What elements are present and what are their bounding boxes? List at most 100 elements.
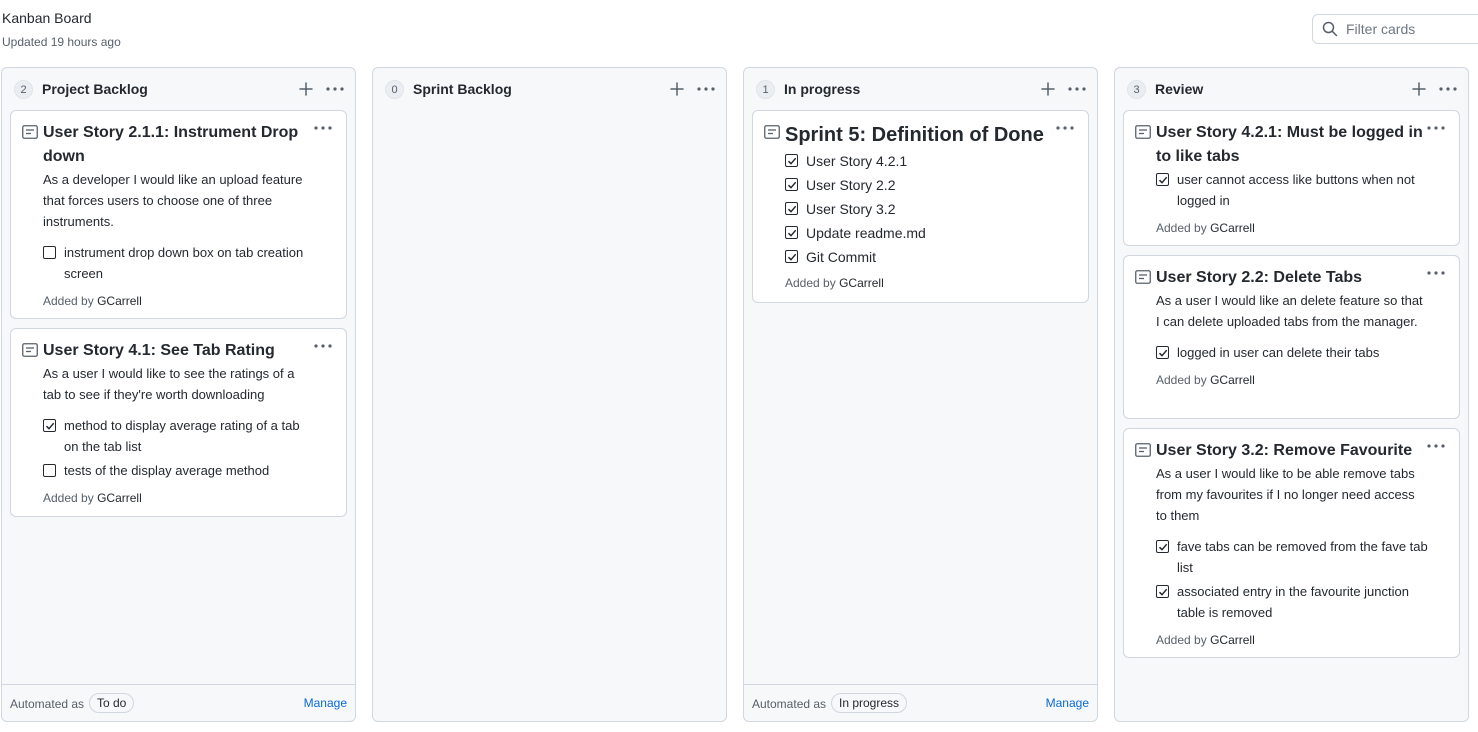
column-menu-button[interactable] bbox=[1065, 79, 1089, 99]
card[interactable]: User Story 4.1: See Tab Rating As a user… bbox=[10, 328, 347, 517]
card-author[interactable]: GCarrell bbox=[97, 491, 142, 505]
card-added-by: Added by GCarrell bbox=[43, 292, 316, 310]
card-title: User Story 2.1.1: Instrument Drop down bbox=[43, 124, 299, 165]
checklist-item: user cannot access like buttons when not… bbox=[1156, 169, 1429, 211]
card-title: User Story 3.2: Remove Favourite bbox=[1156, 442, 1413, 459]
checklist-item: logged in user can delete their tabs bbox=[1156, 342, 1429, 363]
checklist-item-text: Update readme.md bbox=[806, 225, 926, 241]
column-in-progress: 1 In progress Sprint 5: Definition of Do… bbox=[743, 67, 1098, 722]
card-added-by: Added by GCarrell bbox=[1156, 631, 1429, 649]
card-description: As a user I would like to see the rating… bbox=[43, 366, 295, 402]
checkbox[interactable] bbox=[785, 154, 798, 167]
automation-label: Automated as bbox=[10, 697, 85, 711]
checklist-item-text: associated entry in the favourite juncti… bbox=[1177, 584, 1409, 620]
column-card-count: 3 bbox=[1127, 80, 1146, 99]
column-title: Review bbox=[1155, 81, 1204, 97]
added-by-label: Added by bbox=[1156, 373, 1207, 387]
column-header: 3 Review bbox=[1115, 68, 1468, 110]
kebab-horizontal-icon bbox=[326, 87, 344, 91]
checkbox[interactable] bbox=[1156, 540, 1169, 553]
column-menu-button[interactable] bbox=[323, 79, 347, 99]
column-card-count: 2 bbox=[14, 80, 33, 99]
automation-label: Automated as bbox=[752, 697, 827, 711]
automation-status-badge: In progress bbox=[831, 693, 908, 713]
checkbox[interactable] bbox=[1156, 173, 1169, 186]
check-icon bbox=[1158, 176, 1168, 184]
card-description: As a developer I would like an upload fe… bbox=[43, 172, 303, 229]
checkbox[interactable] bbox=[785, 226, 798, 239]
plus-icon bbox=[1412, 82, 1426, 96]
checklist-item: associated entry in the favourite juncti… bbox=[1156, 581, 1429, 623]
added-by-label: Added by bbox=[43, 294, 94, 308]
column-review: 3 Review User Story 4.2.1: Must be logge… bbox=[1114, 67, 1469, 722]
column-footer: Automated as In progress Manage bbox=[744, 684, 1097, 721]
checklist-item-text: logged in user can delete their tabs bbox=[1177, 345, 1380, 360]
card[interactable]: User Story 4.2.1: Must be logged in to l… bbox=[1123, 110, 1460, 246]
card-author[interactable]: GCarrell bbox=[1210, 373, 1255, 387]
column-title: Project Backlog bbox=[42, 81, 148, 97]
checklist-item-text: user cannot access like buttons when not… bbox=[1177, 172, 1415, 208]
check-icon bbox=[1158, 349, 1168, 357]
added-by-label: Added by bbox=[785, 276, 836, 290]
note-icon bbox=[22, 343, 38, 357]
filter-cards-input[interactable] bbox=[1346, 21, 1476, 37]
card-title: User Story 2.2: Delete Tabs bbox=[1156, 269, 1363, 286]
add-card-button[interactable] bbox=[296, 79, 316, 99]
check-icon bbox=[787, 181, 797, 189]
column-menu-button[interactable] bbox=[1436, 79, 1460, 99]
card-added-by: Added by GCarrell bbox=[1156, 219, 1429, 237]
checkbox[interactable] bbox=[785, 250, 798, 263]
checkbox[interactable] bbox=[43, 246, 56, 259]
column-card-count: 0 bbox=[385, 80, 404, 99]
note-icon bbox=[1135, 270, 1151, 284]
check-icon bbox=[1158, 588, 1168, 596]
card-author[interactable]: GCarrell bbox=[1210, 633, 1255, 647]
checklist-item-text: method to display average rating of a ta… bbox=[64, 418, 300, 454]
checklist-item: instrument drop down box on tab creation… bbox=[43, 242, 316, 284]
kebab-horizontal-icon bbox=[314, 344, 332, 348]
card-description: As a user I would like an delete feature… bbox=[1156, 293, 1423, 329]
add-card-button[interactable] bbox=[1038, 79, 1058, 99]
checkbox[interactable] bbox=[43, 419, 56, 432]
card-added-by: Added by GCarrell bbox=[43, 489, 316, 507]
manage-automation-link[interactable]: Manage bbox=[304, 696, 347, 710]
checklist-item: fave tabs can be removed from the fave t… bbox=[1156, 536, 1429, 578]
checkbox[interactable] bbox=[785, 202, 798, 215]
card[interactable]: User Story 2.1.1: Instrument Drop down A… bbox=[10, 110, 347, 319]
card[interactable]: Sprint 5: Definition of Done User Story … bbox=[752, 110, 1089, 303]
card-author[interactable]: GCarrell bbox=[839, 276, 884, 290]
column-project-backlog: 2 Project Backlog User Story 2.1.1: Inst… bbox=[1, 67, 356, 722]
column-card-count: 1 bbox=[756, 80, 775, 99]
kebab-horizontal-icon bbox=[697, 87, 715, 91]
manage-automation-link[interactable]: Manage bbox=[1046, 696, 1089, 710]
check-icon bbox=[787, 157, 797, 165]
checklist-item-text: instrument drop down box on tab creation… bbox=[64, 245, 304, 281]
kebab-horizontal-icon bbox=[1427, 126, 1445, 130]
card-added-by: Added by GCarrell bbox=[785, 274, 1058, 292]
checklist-item-text: User Story 2.2 bbox=[806, 177, 896, 193]
kebab-horizontal-icon bbox=[1439, 87, 1457, 91]
add-card-button[interactable] bbox=[667, 79, 687, 99]
checkbox[interactable] bbox=[1156, 346, 1169, 359]
column-title: In progress bbox=[784, 81, 861, 97]
kebab-horizontal-icon bbox=[1068, 87, 1086, 91]
column-menu-button[interactable] bbox=[694, 79, 718, 99]
note-icon bbox=[22, 125, 38, 139]
card[interactable]: User Story 2.2: Delete Tabs As a user I … bbox=[1123, 255, 1460, 419]
card[interactable]: User Story 3.2: Remove Favourite As a us… bbox=[1123, 428, 1460, 658]
kebab-horizontal-icon bbox=[314, 126, 332, 130]
column-title: Sprint Backlog bbox=[413, 81, 512, 97]
card-description: As a user I would like to be able remove… bbox=[1156, 466, 1415, 523]
card-author[interactable]: GCarrell bbox=[1210, 221, 1255, 235]
plus-icon bbox=[670, 82, 684, 96]
filter-cards-box[interactable] bbox=[1312, 14, 1478, 44]
card-author[interactable]: GCarrell bbox=[97, 294, 142, 308]
checklist-item-text: User Story 4.2.1 bbox=[806, 153, 908, 169]
automation-status-badge: To do bbox=[89, 693, 135, 713]
checkbox[interactable] bbox=[785, 178, 798, 191]
add-card-button[interactable] bbox=[1409, 79, 1429, 99]
column-header: 0 Sprint Backlog bbox=[373, 68, 726, 110]
checkbox[interactable] bbox=[43, 464, 56, 477]
checklist-item-text: User Story 3.2 bbox=[806, 201, 896, 217]
checkbox[interactable] bbox=[1156, 585, 1169, 598]
